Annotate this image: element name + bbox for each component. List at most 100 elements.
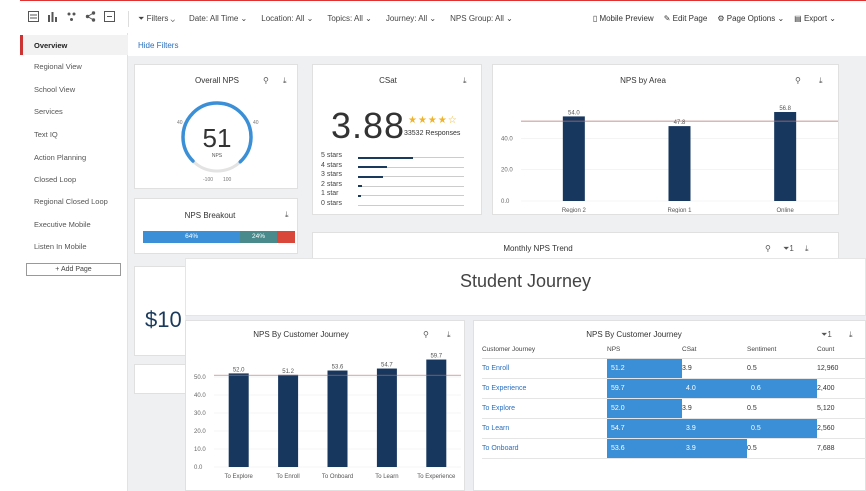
topics-filter[interactable]: Topics: All ⌄ [327,14,372,24]
export-label: Export [803,14,828,23]
sidebar-item-executive-mobile[interactable]: Executive Mobile [34,220,91,229]
journey-table-card: NPS By Customer Journey ⏷1 ⤓ Customer Jo… [473,320,866,491]
overall-nps-title: Overall NPS [194,76,239,85]
star-row-fill [358,185,363,187]
star-row-label: 5 stars [321,152,343,159]
cell-journey[interactable]: To Onboard [482,438,607,459]
bar-value-label: 53.6 [332,365,344,371]
pin-icon[interactable]: ⚲ [795,76,801,85]
x-category-label: To Onboard [322,474,353,480]
download-icon[interactable]: ⤓ [463,76,467,86]
page-options-label: Page Options [726,14,776,23]
download-icon[interactable]: ⤓ [819,76,823,86]
cell-sentiment: 0.5 [747,438,817,459]
table-row[interactable]: To Onboard 53.6 3.9 0.5 7,688 [482,438,866,459]
filters-dropdown[interactable]: ⏷ Filters ⌄ [138,14,175,24]
csat-responses: 33532 Responses [404,130,461,137]
pin-icon[interactable]: ⚲ [423,330,429,339]
revenue-value: $10 [145,307,182,332]
table-row[interactable]: To Enroll 51.2 3.9 0.5 12,960 [482,358,866,379]
y-tick-label: 20.0 [501,168,513,174]
topics-filter-label: Topics: All [327,14,363,23]
x-category-label: To Experience [417,474,456,480]
cell-sentiment: 0.5 [747,358,817,379]
cell-nps: 53.6 [607,438,682,459]
table-row[interactable]: To Experience 59.7 4.0 0.6 2,400 [482,378,866,399]
y-tick-label: 20.0 [194,429,206,435]
filter-count-value: 1 [827,330,832,339]
sidebar-item-regional-view[interactable]: Regional View [34,62,82,71]
filters-label: Filters [146,14,169,23]
add-page-button[interactable]: + Add Page [26,263,121,276]
journey-bar-chart: 0.0 10.0 20.0 30.0 40.0 50.0 52.0 To Explore 51.… [194,354,461,480]
cell-journey[interactable]: To Experience [482,378,607,399]
sidebar-item-action-planning[interactable]: Action Planning [34,153,86,162]
cell-csat: 3.9 [682,358,747,379]
mobile-preview-button[interactable]: ▯ Mobile Preview [593,14,654,23]
hierarchy-icon[interactable] [66,11,77,22]
x-category-label: Region 2 [562,208,587,213]
cell-csat: 4.0 [682,378,747,399]
student-journey-overlay: Student Journey NPS By Customer Journey … [185,258,866,491]
sidebar-item-services[interactable]: Services [34,107,63,116]
cell-journey[interactable]: To Learn [482,418,607,439]
share-icon[interactable] [85,11,96,22]
gauge-min: -100 [203,177,214,183]
download-icon[interactable]: ⤓ [283,76,287,86]
star-row-fill [358,156,414,159]
gear-icon: ⚙ [717,14,727,23]
filter-count[interactable]: ⏷1 [821,330,832,340]
export-button[interactable]: ▤ Export ⌄ [794,14,836,23]
page-options-button[interactable]: ⚙ Page Options ⌄ [717,14,784,23]
cell-nps: 52.0 [607,398,682,419]
col-header-nps: NPS [607,341,682,359]
nps-unit: NPS [211,153,223,159]
bar [278,374,299,467]
bar-chart-icon[interactable] [47,11,58,22]
sidebar-item-school-view[interactable]: School View [34,85,75,94]
star-row-track [358,195,464,196]
nps-group-filter[interactable]: NPS Group: All ⌄ [450,14,513,24]
star-row-label: 2 stars [321,180,343,188]
csat-card: CSat ⤓ 3.88 ★★★★☆ 33532 Responses 5 star… [312,64,482,215]
journey-filter-label: Journey: All [385,14,428,23]
table-header-row: Customer Journey NPS CSat Sentiment Coun… [482,341,866,359]
sidebar-item-regional-closed-loop[interactable]: Regional Closed Loop [34,197,108,206]
sidebar-item-listen-in-mobile[interactable]: Listen In Mobile [34,242,87,251]
download-icon[interactable]: ⤓ [447,330,451,340]
location-filter[interactable]: Location: All ⌄ [261,14,313,24]
y-tick-label: 0.0 [501,199,510,205]
cell-journey[interactable]: To Enroll [482,358,607,379]
dashboard-icon[interactable] [28,11,39,22]
journey-table: Customer Journey NPS CSat Sentiment Coun… [482,341,866,459]
table-row[interactable]: To Learn 54.7 3.9 0.5 2,560 [482,418,866,439]
location-filter-label: Location: All [261,14,305,23]
gauge-mark-left: 40 [177,120,183,126]
journey-filter[interactable]: Journey: All ⌄ [386,14,436,24]
x-category-label: To Learn [375,474,398,480]
sidebar-item-closed-loop[interactable]: Closed Loop [34,175,76,184]
pin-icon[interactable]: ⚲ [263,76,269,85]
sidebar-item-overview[interactable]: Overview [34,41,67,50]
y-tick-label: 40.0 [194,393,206,399]
breakout-bar: 64% 24% [143,231,295,243]
star-row-label: 0 stars [321,199,343,207]
layout-icon[interactable] [104,11,115,22]
cell-csat: 3.9 [682,398,747,419]
x-category-label: Region 1 [667,208,692,213]
hide-filters-link[interactable]: Hide Filters [138,41,178,50]
pin-icon[interactable]: ⚲ [765,244,771,253]
x-category-label: To Explore [225,474,254,480]
toolbar-divider [128,11,129,27]
edit-page-button[interactable]: ✎ Edit Page [664,14,708,23]
sidebar-item-text-iq[interactable]: Text IQ [34,130,58,139]
download-icon[interactable]: ⤓ [849,330,853,340]
download-icon[interactable]: ⤓ [805,244,809,254]
date-filter[interactable]: Date: All Time ⌄ [189,14,247,24]
table-row[interactable]: To Explore 52.0 3.9 0.5 5,120 [482,398,866,419]
detractors-segment [276,231,295,243]
filter-count[interactable]: ⏷1 [783,244,794,254]
cell-journey[interactable]: To Explore [482,398,607,419]
download-icon[interactable]: ⤓ [285,210,289,220]
y-tick-label: 10.0 [194,447,206,453]
